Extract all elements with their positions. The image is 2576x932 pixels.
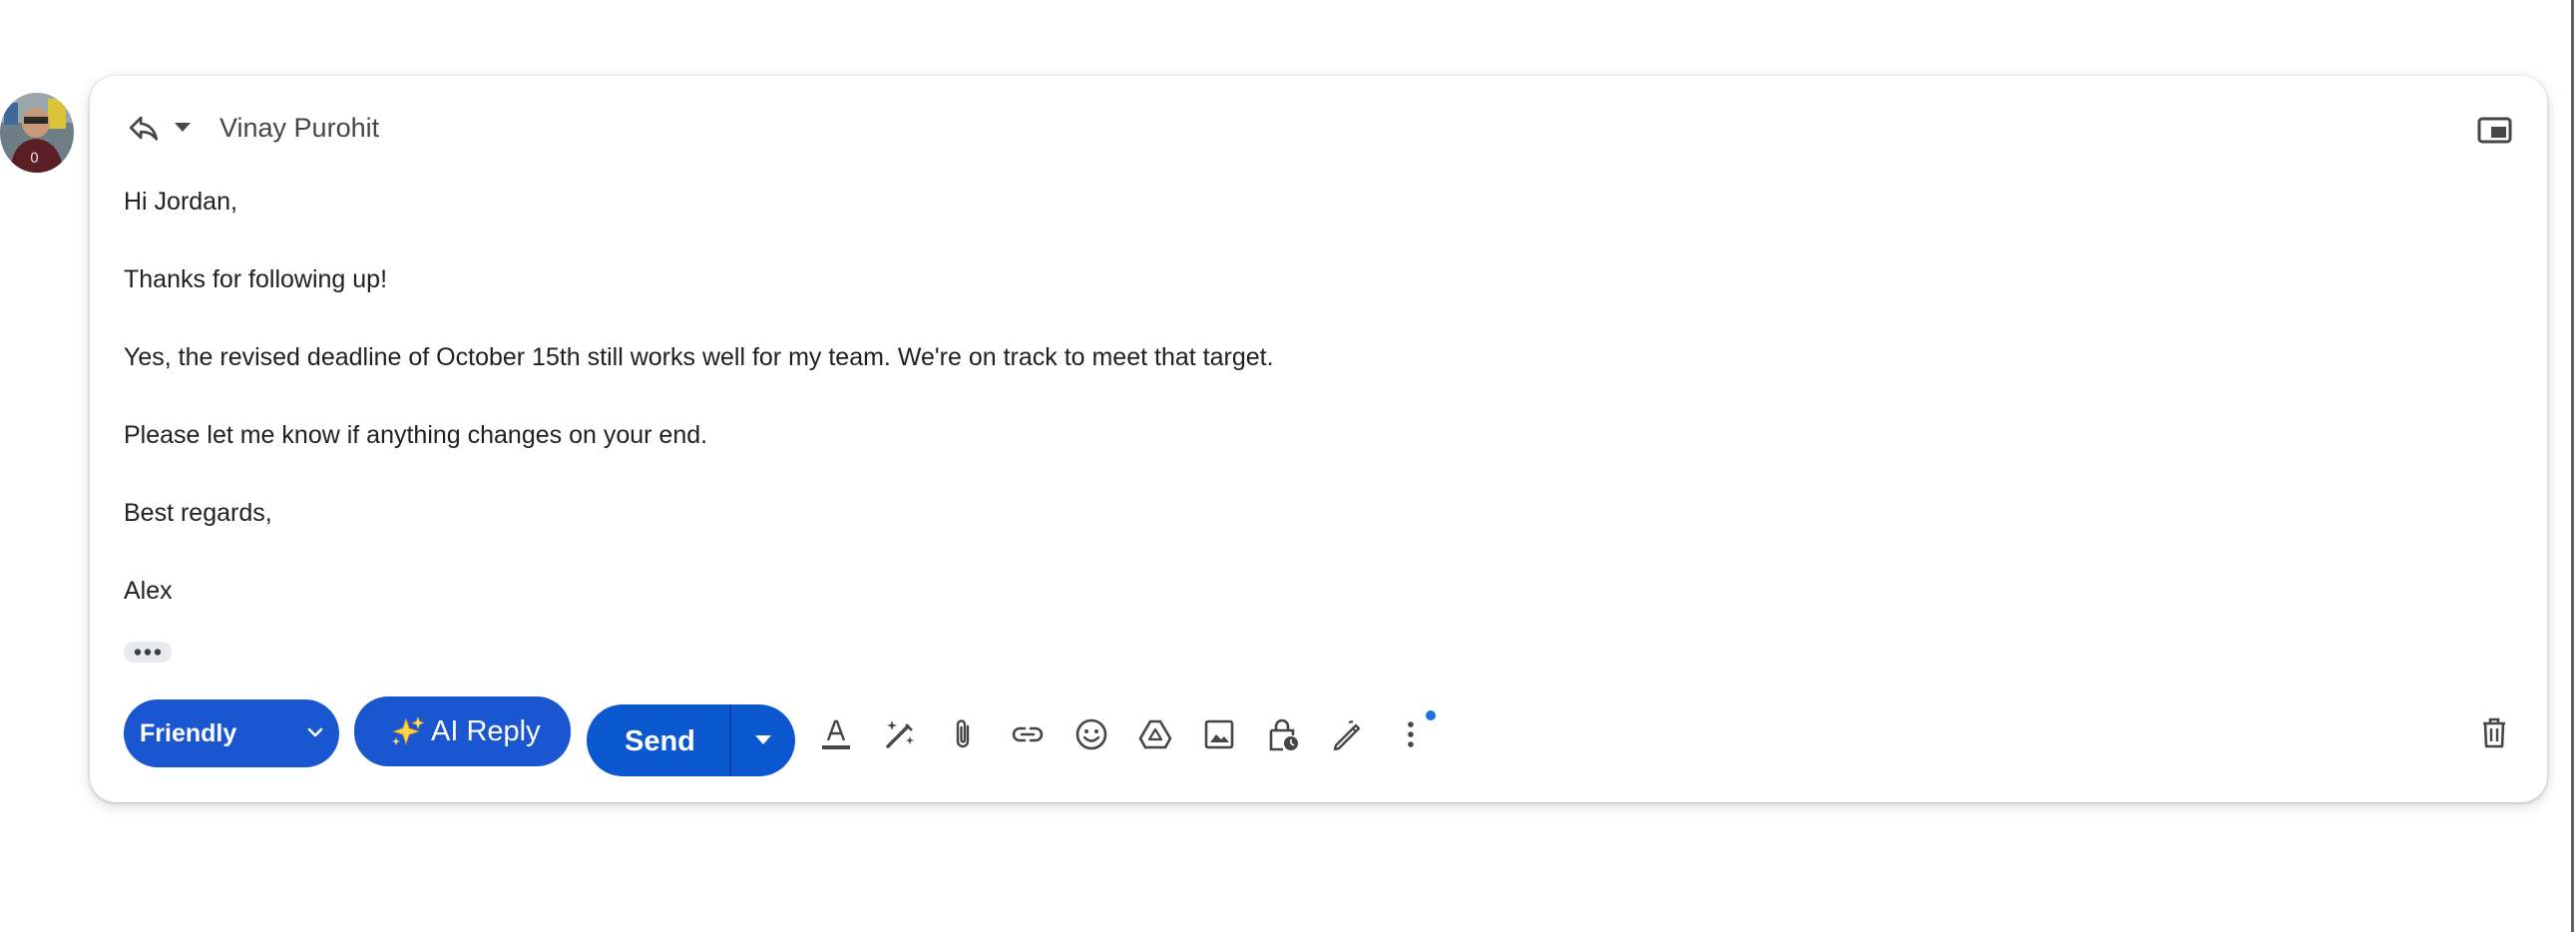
- reply-icon[interactable]: [127, 111, 161, 145]
- reply-compose-screen: 0 Vinay Purohit Hi Jordan, Thanks for fo…: [0, 0, 2576, 932]
- reply-options-caret-icon[interactable]: [173, 121, 193, 135]
- sparkles-icon: [390, 715, 426, 752]
- recipient-name[interactable]: Vinay Purohit: [219, 112, 379, 144]
- tone-value: Friendly: [140, 719, 237, 747]
- tone-dropdown[interactable]: Friendly: [124, 699, 339, 767]
- compose-card: Vinay Purohit Hi Jordan, Thanks for foll…: [90, 76, 2547, 802]
- notification-dot: [1426, 710, 1436, 720]
- message-line-1[interactable]: Thanks for following up!: [124, 264, 387, 294]
- send-button[interactable]: Send: [587, 704, 729, 776]
- svg-text:0: 0: [30, 151, 39, 167]
- pop-out-icon[interactable]: [2477, 116, 2513, 146]
- send-label: Send: [625, 725, 695, 757]
- ai-reply-label: AI Reply: [431, 715, 541, 747]
- message-line-3[interactable]: Please let me know if anything changes o…: [124, 420, 707, 450]
- message-signature[interactable]: Alex: [124, 576, 173, 606]
- chevron-down-icon: [306, 726, 324, 745]
- message-line-2[interactable]: Yes, the revised deadline of October 15t…: [124, 342, 1274, 372]
- send-options-button[interactable]: [731, 704, 795, 776]
- ai-reply-button[interactable]: AI Reply: [354, 697, 571, 766]
- send-button-group: Send: [587, 704, 795, 776]
- trash-icon[interactable]: [2476, 714, 2516, 754]
- more-options-icon[interactable]: [1391, 714, 1431, 754]
- send-options-caret-icon: [755, 735, 771, 744]
- emoji-icon[interactable]: [1072, 714, 1111, 754]
- sender-avatar: 0: [0, 93, 74, 173]
- attach-file-icon[interactable]: [944, 714, 984, 754]
- google-drive-icon[interactable]: [1135, 714, 1175, 754]
- insert-photo-icon[interactable]: [1199, 714, 1239, 754]
- text-formatting-icon[interactable]: [816, 714, 856, 754]
- help-me-write-icon[interactable]: [880, 714, 920, 754]
- signature-icon[interactable]: [1327, 714, 1367, 754]
- show-trimmed-content-icon[interactable]: [124, 642, 172, 663]
- confidential-mode-icon[interactable]: [1263, 714, 1303, 754]
- insert-link-icon[interactable]: [1008, 714, 1048, 754]
- window-edge: [2571, 0, 2574, 932]
- message-greeting[interactable]: Hi Jordan,: [124, 187, 237, 217]
- message-closing[interactable]: Best regards,: [124, 498, 272, 528]
